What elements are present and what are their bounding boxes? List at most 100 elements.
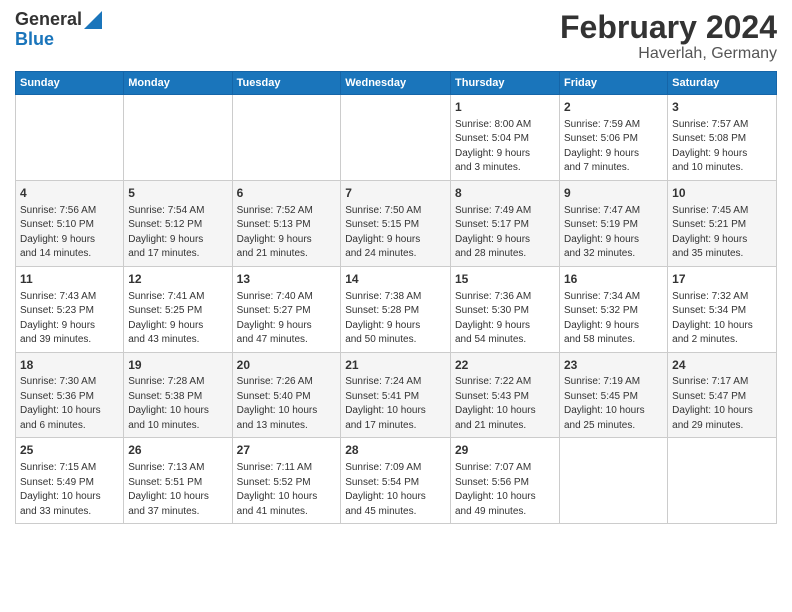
logo-icon xyxy=(84,11,102,29)
cell-w4-d1: 18Sunrise: 7:30 AM Sunset: 5:36 PM Dayli… xyxy=(16,352,124,438)
day-number-27: 27 xyxy=(237,442,337,459)
day-number-9: 9 xyxy=(564,185,663,202)
day-number-16: 16 xyxy=(564,271,663,288)
week-row-2: 4 Sunrise: 7:56 AM Sunset: 5:10 PM Daylig… xyxy=(16,180,777,266)
day-info-3: Sunrise: 7:57 AM Sunset: 5:08 PM Dayligh… xyxy=(672,118,772,176)
col-thursday: Thursday xyxy=(451,72,560,95)
cell-w2-d6: 9 Sunrise: 7:47 AM Sunset: 5:19 PM Daylig… xyxy=(559,180,667,266)
day-number-6: 6 xyxy=(237,185,337,202)
cell-w5-d6 xyxy=(559,438,667,524)
day-info-28: Sunrise: 7:09 AM Sunset: 5:54 PM Dayligh… xyxy=(345,461,446,519)
cell-w1-d7: 3 Sunrise: 7:57 AM Sunset: 5:08 PM Daylig… xyxy=(668,95,777,181)
logo-general: General xyxy=(15,10,82,30)
day-number-12: 12 xyxy=(128,271,227,288)
calendar-table: Sunday Monday Tuesday Wednesday Thursday… xyxy=(15,71,777,524)
cell-w2-d7: 10 Sunrise: 7:45 AM Sunset: 5:21 PM Dayli… xyxy=(668,180,777,266)
day-info-10: Sunrise: 7:45 AM Sunset: 5:21 PM Dayligh… xyxy=(672,204,772,262)
cell-w5-d3: 27 Sunrise: 7:11 AM Sunset: 5:52 PM Dayli… xyxy=(232,438,341,524)
header: General Blue February 2024 Haverlah, Ger… xyxy=(15,10,777,63)
day-info-17: Sunrise: 7:32 AM Sunset: 5:34 PM Dayligh… xyxy=(672,290,772,348)
day-number-29: 29 xyxy=(455,442,555,459)
cell-w3-d5: 15Sunrise: 7:36 AM Sunset: 5:30 PM Dayli… xyxy=(451,266,560,352)
day-info-24: Sunrise: 7:17 AM Sunset: 5:47 PM Dayligh… xyxy=(672,375,772,433)
day-info-5: Sunrise: 7:54 AM Sunset: 5:12 PM Dayligh… xyxy=(128,204,227,262)
logo: General Blue xyxy=(15,10,102,50)
cell-w1-d2 xyxy=(124,95,232,181)
day-number-28: 28 xyxy=(345,442,446,459)
cell-w1-d1 xyxy=(16,95,124,181)
col-sunday: Sunday xyxy=(16,72,124,95)
day-info-9: Sunrise: 7:47 AM Sunset: 5:19 PM Dayligh… xyxy=(564,204,663,262)
col-tuesday: Tuesday xyxy=(232,72,341,95)
cell-w1-d5: 1Sunrise: 8:00 AM Sunset: 5:04 PM Daylig… xyxy=(451,95,560,181)
day-info-16: Sunrise: 7:34 AM Sunset: 5:32 PM Dayligh… xyxy=(564,290,663,348)
day-number-7: 7 xyxy=(345,185,446,202)
cell-w3-d1: 11 Sunrise: 7:43 AM Sunset: 5:23 PM Dayli… xyxy=(16,266,124,352)
week-row-3: 11 Sunrise: 7:43 AM Sunset: 5:23 PM Dayli… xyxy=(16,266,777,352)
day-info-20: Sunrise: 7:26 AM Sunset: 5:40 PM Dayligh… xyxy=(237,375,337,433)
cell-w5-d1: 25 Sunrise: 7:15 AM Sunset: 5:49 PM Dayli… xyxy=(16,438,124,524)
day-number-14: 14 xyxy=(345,271,446,288)
cell-w3-d3: 13 Sunrise: 7:40 AM Sunset: 5:27 PM Dayli… xyxy=(232,266,341,352)
cell-w4-d3: 20Sunrise: 7:26 AM Sunset: 5:40 PM Dayli… xyxy=(232,352,341,438)
day-info-25: Sunrise: 7:15 AM Sunset: 5:49 PM Dayligh… xyxy=(20,461,119,519)
day-info-18: Sunrise: 7:30 AM Sunset: 5:36 PM Dayligh… xyxy=(20,375,119,433)
day-number-24: 24 xyxy=(672,357,772,374)
cell-w4-d2: 19Sunrise: 7:28 AM Sunset: 5:38 PM Dayli… xyxy=(124,352,232,438)
cell-w2-d3: 6 Sunrise: 7:52 AM Sunset: 5:13 PM Daylig… xyxy=(232,180,341,266)
cell-w1-d4 xyxy=(341,95,451,181)
day-info-29: Sunrise: 7:07 AM Sunset: 5:56 PM Dayligh… xyxy=(455,461,555,519)
day-info-12: Sunrise: 7:41 AM Sunset: 5:25 PM Dayligh… xyxy=(128,290,227,348)
day-number-18: 18 xyxy=(20,357,119,374)
day-info-6: Sunrise: 7:52 AM Sunset: 5:13 PM Dayligh… xyxy=(237,204,337,262)
day-number-26: 26 xyxy=(128,442,227,459)
page: General Blue February 2024 Haverlah, Ger… xyxy=(0,0,792,534)
col-friday: Friday xyxy=(559,72,667,95)
day-info-19: Sunrise: 7:28 AM Sunset: 5:38 PM Dayligh… xyxy=(128,375,227,433)
day-info-7: Sunrise: 7:50 AM Sunset: 5:15 PM Dayligh… xyxy=(345,204,446,262)
day-number-2: 2 xyxy=(564,99,663,116)
day-number-4: 4 xyxy=(20,185,119,202)
day-info-15: Sunrise: 7:36 AM Sunset: 5:30 PM Dayligh… xyxy=(455,290,555,348)
day-number-11: 11 xyxy=(20,271,119,288)
day-number-3: 3 xyxy=(672,99,772,116)
week-row-4: 18Sunrise: 7:30 AM Sunset: 5:36 PM Dayli… xyxy=(16,352,777,438)
cell-w4-d7: 24Sunrise: 7:17 AM Sunset: 5:47 PM Dayli… xyxy=(668,352,777,438)
day-number-20: 20 xyxy=(237,357,337,374)
cell-w3-d7: 17 Sunrise: 7:32 AM Sunset: 5:34 PM Dayli… xyxy=(668,266,777,352)
day-info-23: Sunrise: 7:19 AM Sunset: 5:45 PM Dayligh… xyxy=(564,375,663,433)
cell-w3-d4: 14 Sunrise: 7:38 AM Sunset: 5:28 PM Dayli… xyxy=(341,266,451,352)
day-number-25: 25 xyxy=(20,442,119,459)
cell-w3-d6: 16 Sunrise: 7:34 AM Sunset: 5:32 PM Dayli… xyxy=(559,266,667,352)
day-info-21: Sunrise: 7:24 AM Sunset: 5:41 PM Dayligh… xyxy=(345,375,446,433)
cell-w5-d4: 28 Sunrise: 7:09 AM Sunset: 5:54 PM Dayli… xyxy=(341,438,451,524)
day-info-26: Sunrise: 7:13 AM Sunset: 5:51 PM Dayligh… xyxy=(128,461,227,519)
cell-w4-d4: 21Sunrise: 7:24 AM Sunset: 5:41 PM Dayli… xyxy=(341,352,451,438)
day-info-22: Sunrise: 7:22 AM Sunset: 5:43 PM Dayligh… xyxy=(455,375,555,433)
day-info-2: Sunrise: 7:59 AM Sunset: 5:06 PM Dayligh… xyxy=(564,118,663,176)
cell-w2-d1: 4 Sunrise: 7:56 AM Sunset: 5:10 PM Daylig… xyxy=(16,180,124,266)
col-wednesday: Wednesday xyxy=(341,72,451,95)
day-info-4: Sunrise: 7:56 AM Sunset: 5:10 PM Dayligh… xyxy=(20,204,119,262)
day-number-13: 13 xyxy=(237,271,337,288)
day-number-23: 23 xyxy=(564,357,663,374)
cell-w2-d5: 8Sunrise: 7:49 AM Sunset: 5:17 PM Daylig… xyxy=(451,180,560,266)
cell-w3-d2: 12 Sunrise: 7:41 AM Sunset: 5:25 PM Dayli… xyxy=(124,266,232,352)
day-info-27: Sunrise: 7:11 AM Sunset: 5:52 PM Dayligh… xyxy=(237,461,337,519)
day-number-21: 21 xyxy=(345,357,446,374)
col-monday: Monday xyxy=(124,72,232,95)
day-number-8: 8 xyxy=(455,185,555,202)
day-info-14: Sunrise: 7:38 AM Sunset: 5:28 PM Dayligh… xyxy=(345,290,446,348)
col-saturday: Saturday xyxy=(668,72,777,95)
cell-w5-d2: 26 Sunrise: 7:13 AM Sunset: 5:51 PM Dayli… xyxy=(124,438,232,524)
week-row-1: 1Sunrise: 8:00 AM Sunset: 5:04 PM Daylig… xyxy=(16,95,777,181)
page-subtitle: Haverlah, Germany xyxy=(560,45,777,63)
week-row-5: 25 Sunrise: 7:15 AM Sunset: 5:49 PM Dayli… xyxy=(16,438,777,524)
header-row: Sunday Monday Tuesday Wednesday Thursday… xyxy=(16,72,777,95)
day-number-17: 17 xyxy=(672,271,772,288)
cell-w1-d6: 2 Sunrise: 7:59 AM Sunset: 5:06 PM Daylig… xyxy=(559,95,667,181)
day-info-1: Sunrise: 8:00 AM Sunset: 5:04 PM Dayligh… xyxy=(455,118,555,176)
day-info-13: Sunrise: 7:40 AM Sunset: 5:27 PM Dayligh… xyxy=(237,290,337,348)
day-number-10: 10 xyxy=(672,185,772,202)
day-info-11: Sunrise: 7:43 AM Sunset: 5:23 PM Dayligh… xyxy=(20,290,119,348)
